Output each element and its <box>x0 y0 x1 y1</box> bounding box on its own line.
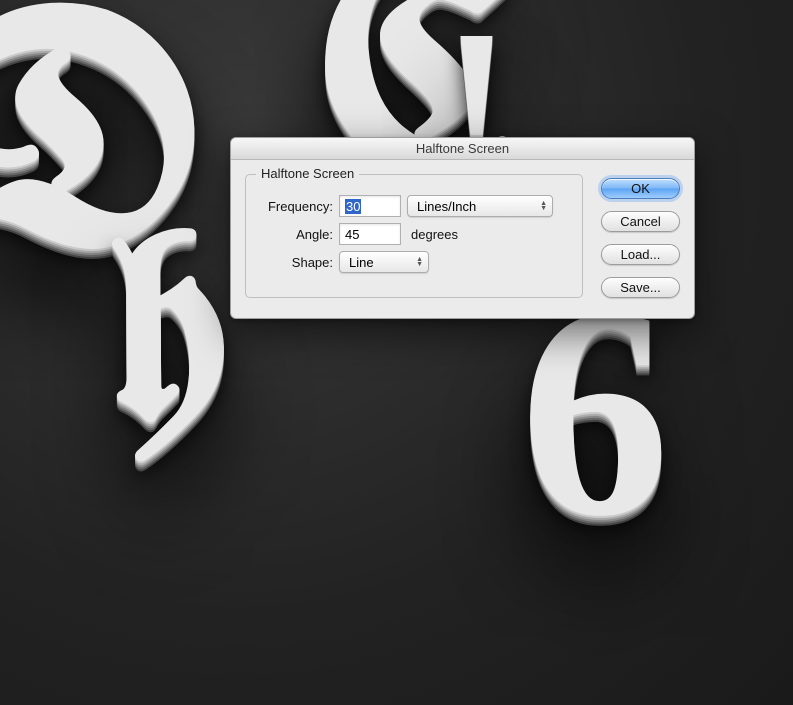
updown-arrows-icon: ▲▼ <box>416 257 423 267</box>
updown-arrows-icon: ▲▼ <box>540 201 547 211</box>
ok-button-label: OK <box>631 181 650 196</box>
canvas-background: D C ! h 6 <box>0 0 793 705</box>
group-legend: Halftone Screen <box>256 166 359 181</box>
load-button[interactable]: Load... <box>601 244 680 265</box>
frequency-units-select[interactable]: Lines/Inch ▲▼ <box>407 195 553 217</box>
frequency-units-value: Lines/Inch <box>417 199 476 214</box>
cancel-button-label: Cancel <box>620 214 660 229</box>
save-button[interactable]: Save... <box>601 277 680 298</box>
cancel-button[interactable]: Cancel <box>601 211 680 232</box>
button-column: OK Cancel Load... Save... <box>601 174 680 298</box>
shape-select[interactable]: Line ▲▼ <box>339 251 429 273</box>
angle-label: Angle: <box>258 227 333 242</box>
frequency-label: Frequency: <box>258 199 333 214</box>
angle-units: degrees <box>411 227 458 242</box>
dialog-title: Halftone Screen <box>416 141 509 156</box>
load-button-label: Load... <box>621 247 661 262</box>
frequency-input[interactable]: 30 <box>339 195 401 217</box>
frequency-value: 30 <box>345 199 361 214</box>
shape-row: Shape: Line ▲▼ <box>258 251 570 273</box>
angle-row: Angle: degrees <box>258 223 570 245</box>
dialog-body: Halftone Screen Frequency: 30 Lines/Inch… <box>231 160 694 318</box>
ok-button[interactable]: OK <box>601 178 680 199</box>
dialog-titlebar: Halftone Screen <box>231 138 694 160</box>
angle-input[interactable] <box>339 223 401 245</box>
shape-label: Shape: <box>258 255 333 270</box>
shape-value: Line <box>349 255 374 270</box>
frequency-row: Frequency: 30 Lines/Inch ▲▼ <box>258 195 570 217</box>
halftone-group: Halftone Screen Frequency: 30 Lines/Inch… <box>245 174 583 298</box>
halftone-dialog: Halftone Screen Halftone Screen Frequenc… <box>230 137 695 319</box>
save-button-label: Save... <box>620 280 660 295</box>
